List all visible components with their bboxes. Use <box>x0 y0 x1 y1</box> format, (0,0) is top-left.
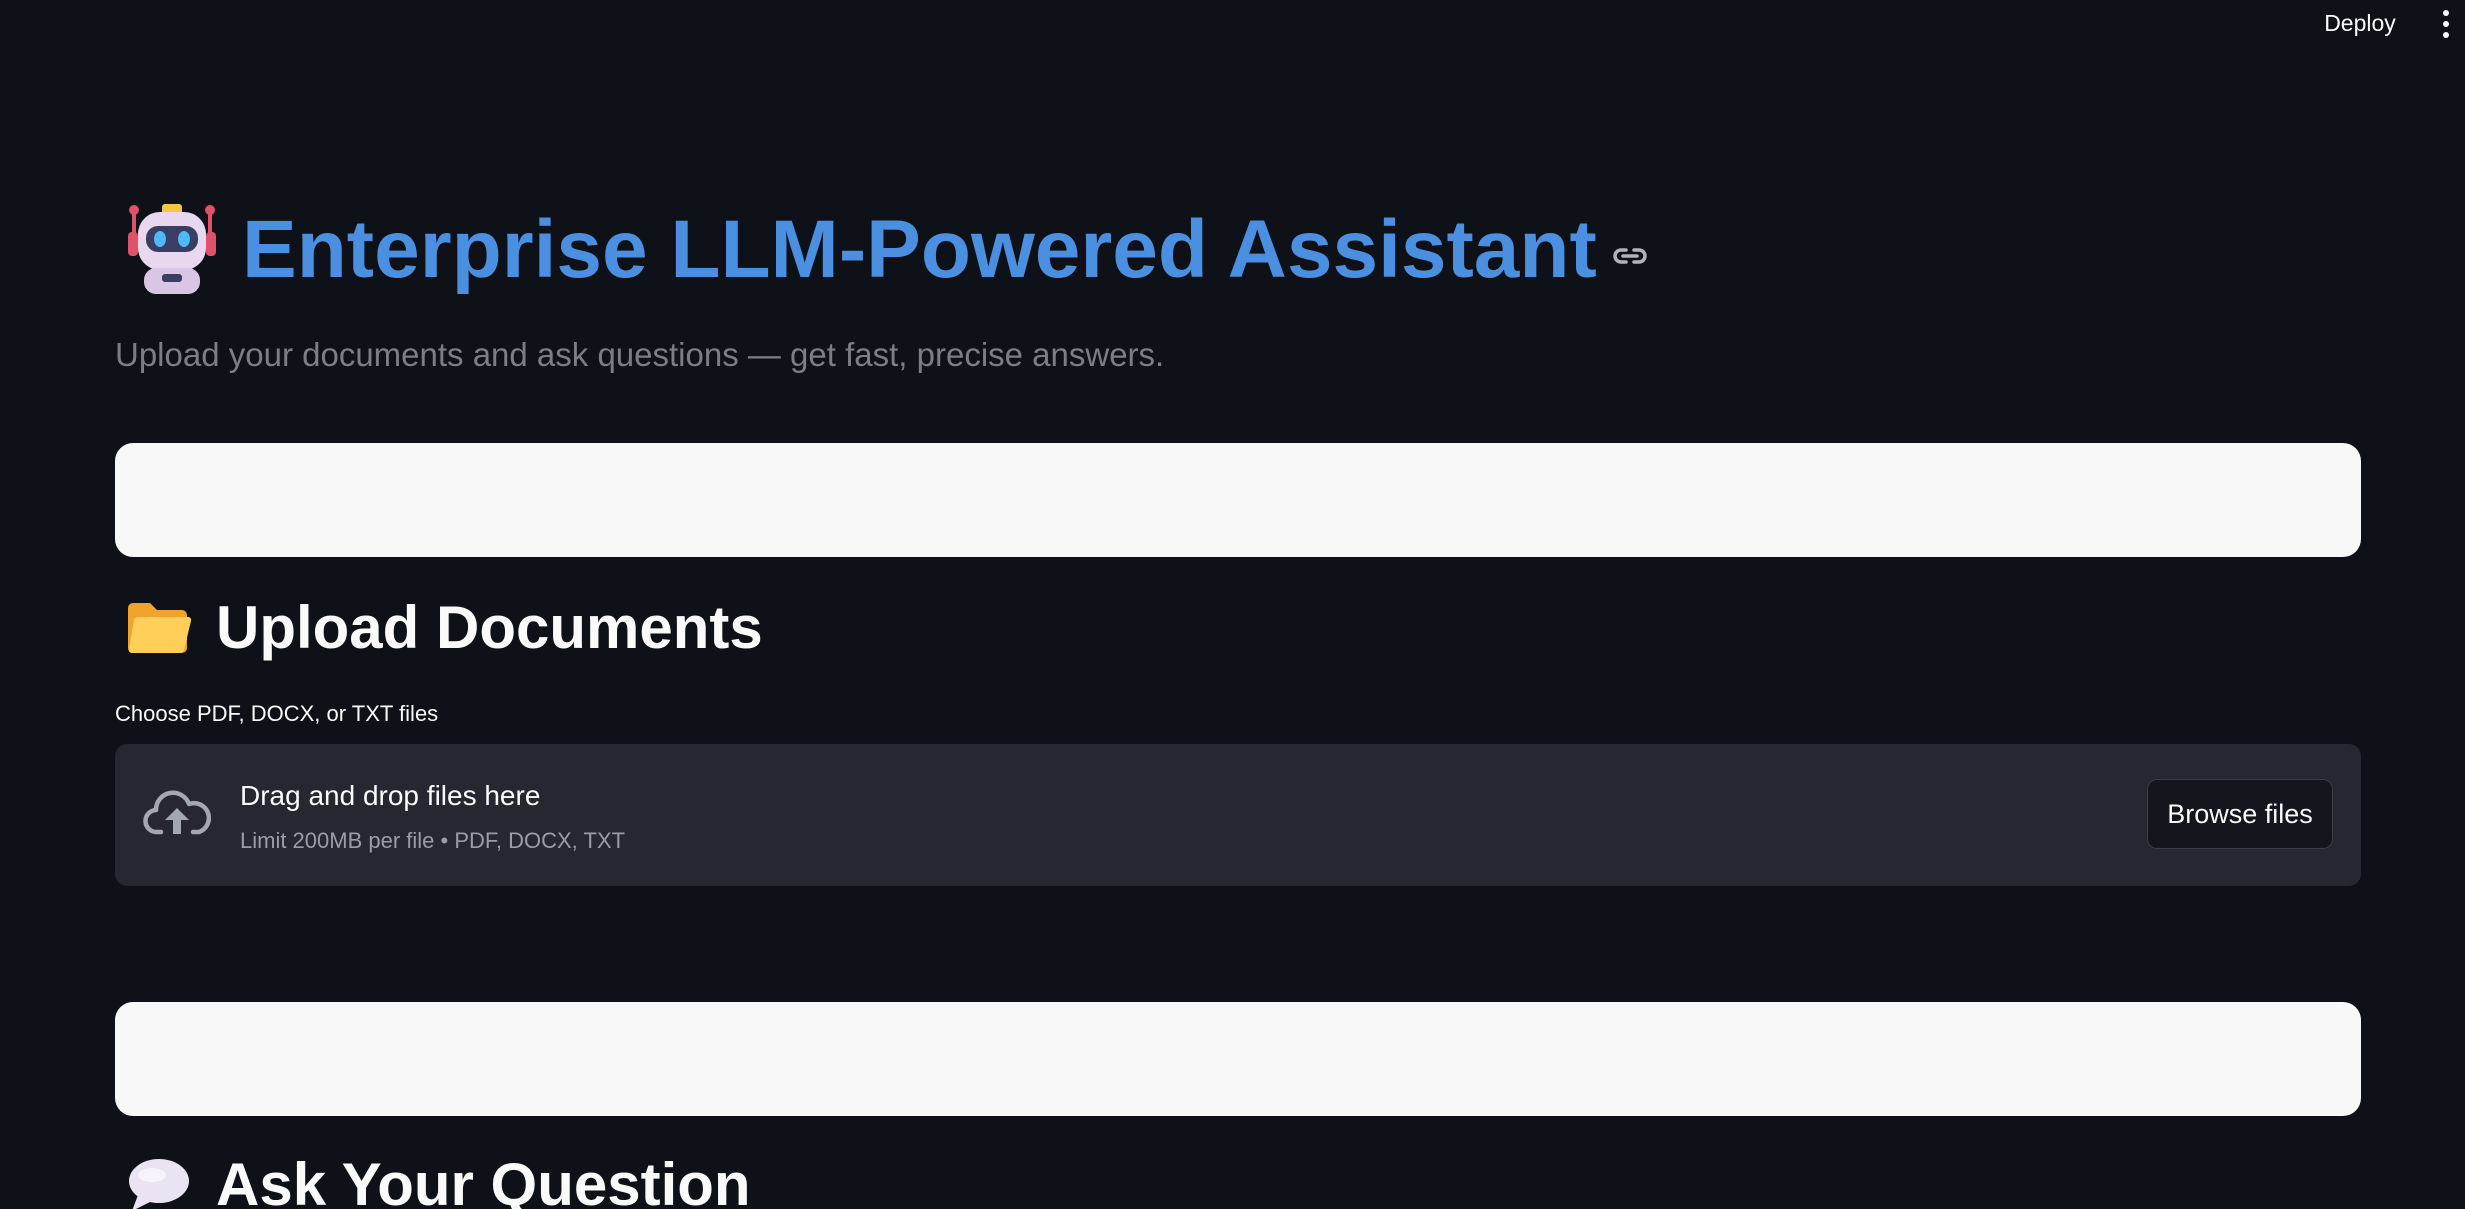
dropzone-limit-text: Limit 200MB per file • PDF, DOCX, TXT <box>240 828 626 853</box>
open-folder-icon <box>128 603 192 654</box>
file-dropzone[interactable]: Drag and drop files here Limit 200MB per… <box>115 744 2361 886</box>
ask-section-title: Ask Your Question <box>216 1150 751 1209</box>
more-vertical-icon[interactable] <box>2436 8 2456 40</box>
page-subtitle: Upload your documents and ask questions … <box>115 336 1165 373</box>
blank-panel-bottom <box>115 1002 2361 1116</box>
deploy-button[interactable]: Deploy <box>2305 6 2415 40</box>
upload-section-header: Upload Documents <box>124 587 763 667</box>
link-icon[interactable] <box>1611 237 1649 275</box>
page-title-row: Enterprise LLM-Powered Assistant <box>124 200 1649 300</box>
app-page: Deploy Enterprise LLM-Powered Assistant <box>0 0 2465 1209</box>
ask-section-header: Ask Your Question <box>124 1144 751 1209</box>
page-title: Enterprise LLM-Powered Assistant <box>242 204 1597 295</box>
uploader-label: Choose PDF, DOCX, or TXT files <box>115 701 439 726</box>
upload-section-title: Upload Documents <box>216 593 763 661</box>
speech-bubble-icon <box>129 1159 189 1209</box>
dropzone-instructions: Drag and drop files here <box>240 780 541 811</box>
blank-panel-top <box>115 443 2361 557</box>
browse-files-button[interactable]: Browse files <box>2147 779 2333 849</box>
robot-icon <box>128 204 216 294</box>
cloud-upload-icon <box>143 790 211 835</box>
